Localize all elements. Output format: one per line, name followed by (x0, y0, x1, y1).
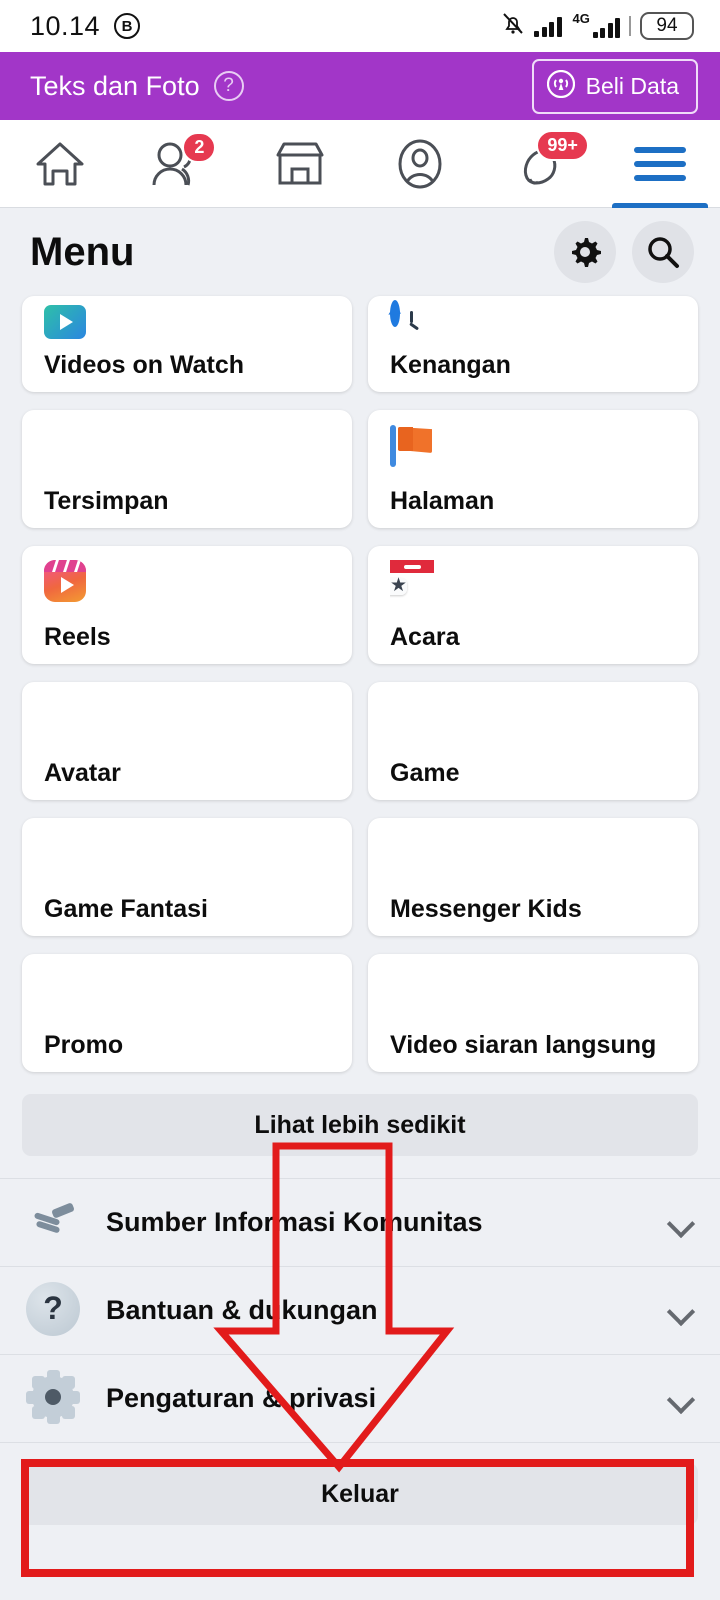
tile-label: Video siaran langsung (390, 1031, 657, 1059)
section-row-community-resources[interactable]: Sumber Informasi Komunitas (0, 1179, 720, 1267)
nav-menu[interactable] (600, 120, 720, 208)
messenger-kids-icon-placeholder (390, 832, 678, 878)
buy-data-button[interactable]: Beli Data (531, 58, 698, 114)
tile-video-siaran-langsung[interactable]: Video siaran langsung (368, 954, 698, 1072)
header-actions (554, 221, 694, 283)
tile-label: Avatar (44, 759, 121, 787)
handshake-heart-icon (26, 1194, 84, 1252)
search-button[interactable] (632, 221, 694, 283)
avatar-icon-placeholder (44, 696, 332, 742)
section-row-settings-privacy[interactable]: Pengaturan & privasi (0, 1355, 720, 1443)
sections-list: Sumber Informasi Komunitas ? Bantuan & d… (0, 1178, 720, 1443)
chevron-down-icon[interactable] (668, 1210, 694, 1236)
section-label: Pengaturan & privasi (106, 1383, 377, 1413)
hamburger-menu-icon (634, 146, 686, 181)
calendar-star-icon: ★ (390, 560, 678, 606)
status-time: 10.14 (30, 10, 101, 41)
gear-icon (26, 1369, 84, 1428)
buy-data-label: Beli Data (585, 72, 679, 99)
watch-icon (44, 305, 332, 351)
tile-label: Messenger Kids (390, 895, 582, 923)
mode-badge-icon: B (114, 13, 141, 39)
tile-label: Game Fantasi (44, 895, 208, 923)
game-fantasi-icon-placeholder (44, 832, 332, 878)
shortcuts-grid: Videos on Watch Kenangan Tersimpan Halam… (22, 296, 698, 1072)
battery-indicator: 94 (640, 12, 694, 40)
bell-muted-icon (501, 11, 525, 42)
game-icon-placeholder (390, 696, 678, 742)
help-circle-icon[interactable]: ? (213, 71, 244, 101)
page-title: Menu (30, 229, 135, 274)
tile-label: Tersimpan (44, 487, 169, 515)
banner-left: Teks dan Foto ? (30, 71, 244, 102)
menu-header: Menu (0, 208, 720, 296)
tile-messenger-kids[interactable]: Messenger Kids (368, 818, 698, 936)
status-bar-right: 4G 94 (501, 11, 694, 42)
banner-title: Teks dan Foto (30, 70, 200, 101)
chevron-down-icon[interactable] (668, 1298, 694, 1324)
status-bar: 10.14 B 4G 94 (0, 0, 720, 52)
tile-label: Game (390, 759, 460, 787)
promo-icon-placeholder (44, 968, 332, 1014)
tile-reels[interactable]: Reels (22, 546, 352, 664)
bookmark-icon (44, 424, 332, 470)
live-video-icon-placeholder (390, 968, 678, 1014)
tile-promo[interactable]: Promo (22, 954, 352, 1072)
tile-game-fantasi[interactable]: Game Fantasi (22, 818, 352, 936)
logout-area: Keluar (0, 1443, 720, 1545)
tile-videos-on-watch[interactable]: Videos on Watch (22, 296, 352, 392)
tile-label: Kenangan (390, 351, 511, 379)
tile-avatar[interactable]: Avatar (22, 682, 352, 800)
status-divider (629, 16, 631, 36)
tile-label: Videos on Watch (44, 351, 245, 379)
settings-button[interactable] (554, 221, 616, 283)
tile-tersimpan[interactable]: Tersimpan (22, 410, 352, 528)
friends-badge: 2 (182, 132, 217, 163)
broadcast-icon (546, 69, 575, 103)
facebook-navbar: 2 99+ (0, 120, 720, 208)
status-bar-left: 10.14 B (30, 10, 141, 42)
nav-profile[interactable] (360, 120, 480, 207)
tile-acara[interactable]: ★ Acara (368, 546, 698, 664)
section-label: Bantuan & dukungan (106, 1295, 378, 1325)
phone-screen: 10.14 B 4G 94 Teks dan Foto ? Beli Data (0, 0, 720, 1600)
tile-halaman[interactable]: Halaman (368, 410, 698, 528)
tile-label: Halaman (390, 487, 495, 515)
section-label: Sumber Informasi Komunitas (106, 1207, 483, 1237)
network-4g-icon: 4G (571, 11, 620, 38)
memories-clock-icon (385, 300, 678, 351)
tile-label: Acara (390, 623, 460, 651)
logout-button[interactable]: Keluar (22, 1463, 698, 1525)
nav-home[interactable] (0, 120, 120, 207)
nav-marketplace[interactable] (240, 120, 360, 207)
tile-label: Reels (44, 623, 111, 651)
signal-bars-icon (534, 15, 562, 37)
tile-label: Promo (44, 1031, 124, 1059)
shortcuts-area: Videos on Watch Kenangan Tersimpan Halam… (0, 296, 720, 1072)
reels-icon (44, 560, 332, 606)
nav-notifications[interactable]: 99+ (480, 120, 600, 207)
tile-kenangan[interactable]: Kenangan (368, 296, 698, 392)
tile-game[interactable]: Game (368, 682, 698, 800)
see-less-button[interactable]: Lihat lebih sedikit (22, 1094, 698, 1156)
nav-friends[interactable]: 2 (120, 120, 240, 207)
flag-icon (390, 424, 678, 470)
operator-banner: Teks dan Foto ? Beli Data (0, 52, 720, 120)
section-row-help-support[interactable]: ? Bantuan & dukungan (0, 1267, 720, 1355)
chevron-down-icon[interactable] (668, 1386, 694, 1412)
question-circle-icon: ? (26, 1281, 84, 1340)
notifications-badge: 99+ (536, 130, 589, 161)
